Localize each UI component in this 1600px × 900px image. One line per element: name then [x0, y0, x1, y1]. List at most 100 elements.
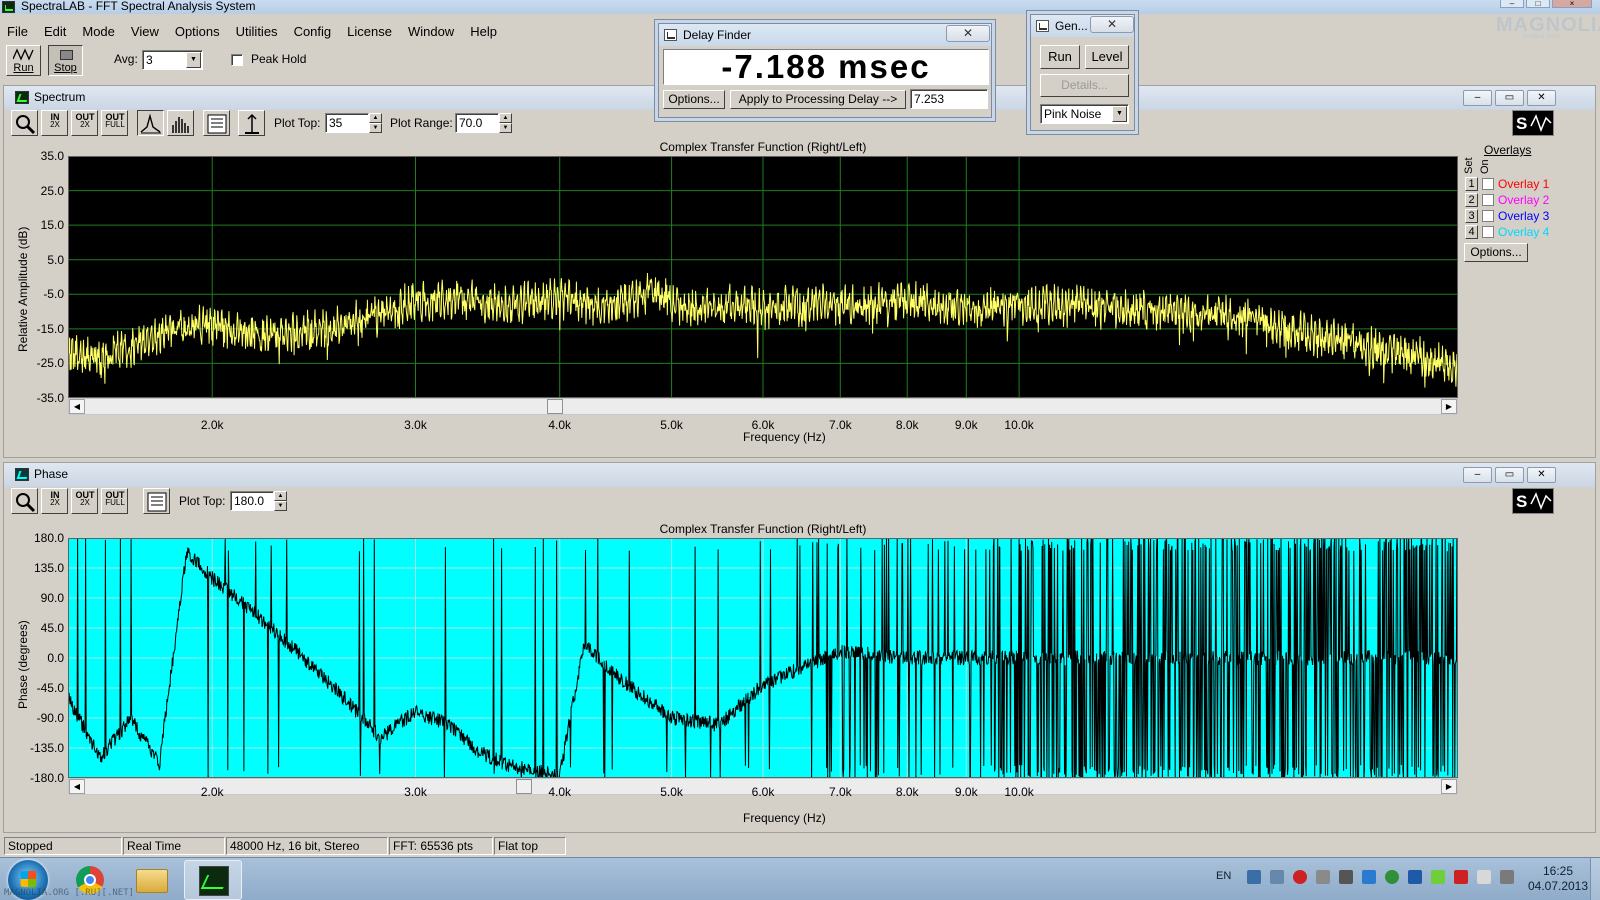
overlays-set-column: Set	[1463, 157, 1475, 174]
generator-level-button[interactable]: Level	[1085, 45, 1129, 69]
shield-tray-icon[interactable]	[1385, 870, 1399, 884]
overlays-header: Overlays	[1484, 143, 1532, 157]
menu-view[interactable]: View	[123, 22, 167, 42]
generator-run-button[interactable]: Run	[1040, 45, 1080, 69]
phase-close-button[interactable]: ✕	[1527, 467, 1556, 483]
magnifier-icon	[16, 115, 36, 135]
avg-select[interactable]: 3 ▼	[142, 50, 203, 70]
phase-x-axis-title: Frequency (Hz)	[743, 811, 826, 825]
volume-tray-icon[interactable]	[1500, 870, 1514, 884]
display-mode-button[interactable]: S	[1512, 488, 1554, 514]
spectrum-plot-area[interactable]	[68, 156, 1458, 398]
bluetooth-tray-icon[interactable]	[1362, 870, 1376, 884]
overlay-set-button[interactable]: 4	[1465, 225, 1478, 239]
overlay-set-button[interactable]: 1	[1465, 177, 1478, 191]
processing-delay-input[interactable]: 7.253	[910, 89, 988, 109]
plot-settings-button[interactable]	[143, 488, 170, 514]
zoom-out-full-button[interactable]: OUT FULL	[101, 488, 128, 514]
close-icon[interactable]: ✕	[1090, 16, 1134, 33]
minimize-app-button[interactable]: –	[1500, 0, 1524, 8]
up-arrow-icon[interactable]: ▲	[499, 113, 512, 123]
overlay-on-checkbox[interactable]	[1482, 210, 1494, 222]
network-tray-icon[interactable]	[1270, 870, 1284, 884]
menu-window[interactable]: Window	[400, 22, 462, 42]
zoom-in-2x-button[interactable]: IN 2X	[41, 488, 68, 514]
zoom-out-2x-button[interactable]: OUT 2X	[71, 110, 98, 136]
spectralab-taskbar-button[interactable]	[184, 860, 242, 900]
spectrum-plot-range-input[interactable]: 70.0 ▲ ▼	[455, 113, 512, 133]
zoom-in-2x-button[interactable]: IN 2X	[41, 110, 68, 136]
spectrum-horizontal-scrollbar[interactable]: ◀ ▶	[68, 398, 1458, 415]
stop-button[interactable]: Stop	[48, 45, 83, 76]
zoom-out-full-button[interactable]: OUT FULL	[101, 110, 128, 136]
scroll-left-icon[interactable]: ◀	[69, 399, 85, 414]
close-icon[interactable]: ✕	[946, 25, 990, 42]
display-mode-button[interactable]: S	[1512, 110, 1554, 136]
overlay-on-checkbox[interactable]	[1482, 226, 1494, 238]
phase-plot-area[interactable]	[68, 538, 1458, 778]
phase-minimize-button[interactable]: –	[1463, 467, 1492, 483]
phase-maximize-button[interactable]: ▭	[1495, 467, 1524, 483]
scroll-left-icon[interactable]: ◀	[69, 779, 85, 794]
nvidia-tray-icon[interactable]	[1431, 870, 1445, 884]
scroll-right-icon[interactable]: ▶	[1441, 399, 1457, 414]
y-tick-label: 45.0	[40, 621, 64, 635]
overlay-set-button[interactable]: 2	[1465, 193, 1478, 207]
chevron-down-icon[interactable]: ▼	[1112, 106, 1127, 122]
generator-signal-select[interactable]: Pink Noise ▼	[1040, 104, 1129, 124]
overlay-on-checkbox[interactable]	[1482, 194, 1494, 206]
speaker-tray-icon[interactable]	[1316, 870, 1330, 884]
down-arrow-icon[interactable]: ▼	[369, 123, 382, 133]
scale-button[interactable]	[238, 110, 265, 136]
overlay-options-button[interactable]: Options...	[1464, 243, 1528, 262]
zoom-out-2x-button[interactable]: OUT 2X	[71, 488, 98, 514]
menu-license[interactable]: License	[339, 22, 400, 42]
menu-options[interactable]: Options	[167, 22, 228, 42]
language-indicator[interactable]: EN	[1216, 870, 1231, 882]
apply-processing-delay-button[interactable]: Apply to Processing Delay -->	[730, 90, 906, 109]
menu-config[interactable]: Config	[286, 22, 340, 42]
menu-utilities[interactable]: Utilities	[228, 22, 286, 42]
run-button[interactable]: Run	[6, 45, 41, 76]
spectrum-maximize-button[interactable]: ▭	[1495, 90, 1524, 106]
taskbar-clock[interactable]: 16:25 04.07.2013	[1525, 864, 1591, 894]
menu-help[interactable]: Help	[462, 22, 505, 42]
flag-tray-icon[interactable]	[1477, 870, 1491, 884]
bar-plot-button[interactable]	[167, 110, 194, 136]
status-fft: FFT: 65536 pts	[389, 837, 493, 855]
display-tray-icon[interactable]	[1408, 870, 1422, 884]
phase-scroll-thumb[interactable]	[516, 779, 532, 794]
zoom-tool-button[interactable]	[11, 110, 38, 136]
spectrum-close-button[interactable]: ✕	[1527, 90, 1556, 106]
phase-plot-top-input[interactable]: 180.0 ▲ ▼	[230, 491, 287, 511]
signal-tray-icon[interactable]	[1454, 870, 1468, 884]
peak-hold-checkbox[interactable]	[231, 54, 243, 66]
menu-file[interactable]: File	[0, 22, 36, 42]
generator-details-button[interactable]: Details...	[1040, 74, 1129, 97]
line-plot-button[interactable]	[137, 110, 164, 136]
keyboard-tray-icon[interactable]	[1247, 870, 1261, 884]
show-desktop-button[interactable]	[1590, 858, 1600, 900]
up-arrow-icon[interactable]: ▲	[274, 491, 287, 501]
svg-text:S: S	[1516, 114, 1527, 133]
plot-settings-button[interactable]	[203, 110, 230, 136]
down-arrow-icon[interactable]: ▼	[499, 123, 512, 133]
down-arrow-icon[interactable]: ▼	[274, 501, 287, 511]
maximize-app-button[interactable]: □	[1526, 0, 1550, 8]
usb-tray-icon[interactable]	[1339, 870, 1353, 884]
delay-options-button[interactable]: Options...	[663, 90, 725, 109]
spectrum-plot-top-input[interactable]: 35 ▲ ▼	[325, 113, 382, 133]
chevron-down-icon[interactable]: ▼	[186, 52, 201, 68]
close-app-button[interactable]: ×	[1552, 0, 1592, 8]
menu-mode[interactable]: Mode	[74, 22, 123, 42]
menu-edit[interactable]: Edit	[36, 22, 74, 42]
y-tick-label: -25.0	[36, 356, 64, 371]
overlay-set-button[interactable]: 3	[1465, 209, 1478, 223]
up-arrow-icon[interactable]: ▲	[369, 113, 382, 123]
zoom-tool-button[interactable]	[11, 488, 38, 514]
overlay-on-checkbox[interactable]	[1482, 178, 1494, 190]
spectrum-minimize-button[interactable]: –	[1463, 90, 1492, 106]
scroll-right-icon[interactable]: ▶	[1441, 779, 1457, 794]
spectrum-scroll-thumb[interactable]	[547, 399, 563, 414]
antivirus-tray-icon[interactable]	[1293, 870, 1307, 884]
